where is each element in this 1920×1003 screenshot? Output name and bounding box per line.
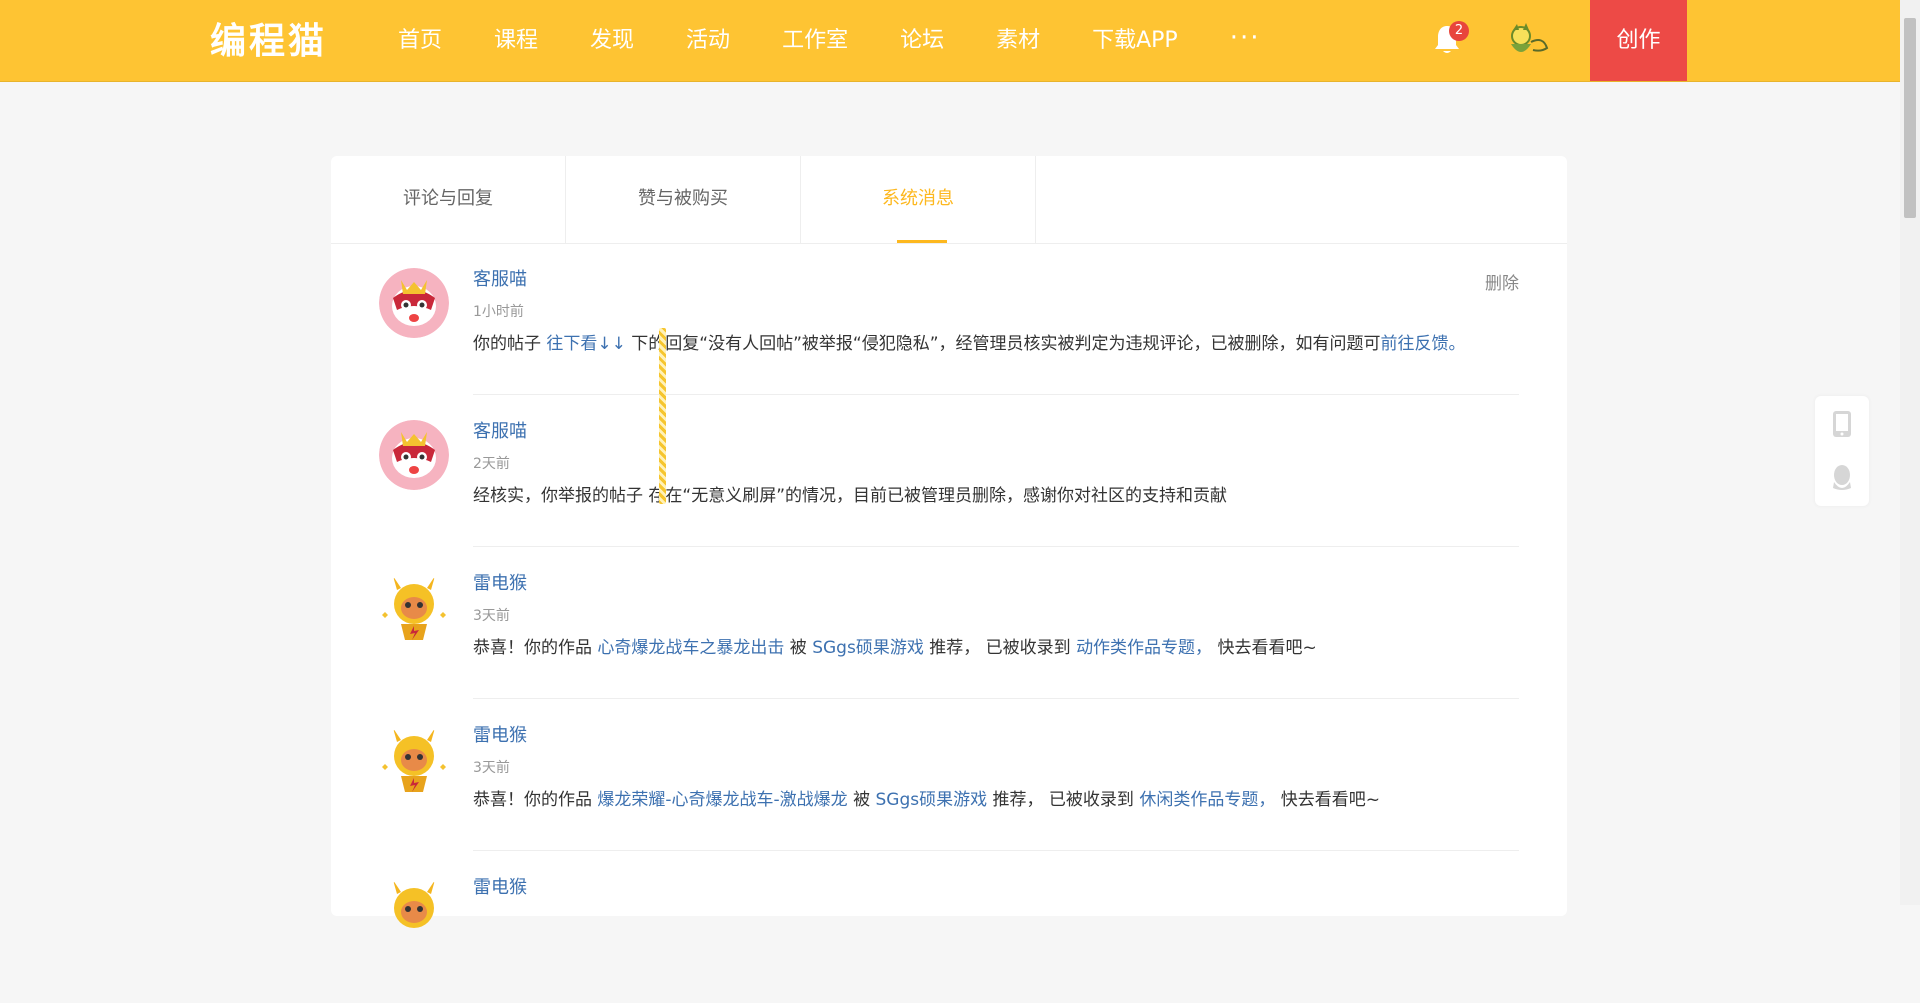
tab-comments-replies[interactable]: 评论与回复 bbox=[331, 156, 566, 243]
sender-name[interactable]: 客服喵 bbox=[473, 420, 527, 444]
create-button[interactable]: 创作 bbox=[1590, 0, 1687, 81]
work-link[interactable]: 心奇爆龙战车之暴龙出击 bbox=[597, 638, 784, 658]
message-item: 客服喵 1小时前 删除 你的帖子 往下看↓↓ 下的回复“没有人回帖”被举报“侵犯… bbox=[331, 243, 1567, 395]
text-segment: 被 bbox=[784, 638, 813, 658]
message-text: 你的帖子 往下看↓↓ 下的回复“没有人回帖”被举报“侵犯隐私”，经管理员核实被判… bbox=[473, 332, 1466, 356]
recommender-link[interactable]: SGgs硕果游戏 bbox=[876, 790, 988, 810]
nav-events[interactable]: 活动 bbox=[686, 0, 730, 81]
message-item: 雷电猴 3天前 恭喜！你的作品 心奇爆龙战车之暴龙出击 被 SGgs硕果游戏 推… bbox=[331, 547, 1567, 699]
nav-forum[interactable]: 论坛 bbox=[900, 0, 944, 81]
mobile-phone-icon[interactable] bbox=[1831, 410, 1853, 438]
service-cat-avatar bbox=[379, 420, 449, 490]
user-avatar[interactable] bbox=[1503, 22, 1551, 62]
nav-download-app[interactable]: 下载APP bbox=[1092, 0, 1178, 81]
thunder-monkey-avatar bbox=[382, 728, 446, 792]
text-segment: 推荐， 已被收录到 bbox=[987, 790, 1140, 810]
message-time: 3天前 bbox=[473, 608, 510, 624]
message-time: 2天前 bbox=[473, 456, 510, 472]
text-segment: 下的回复“没有人回帖”被举报“侵犯隐私”，经管理员核实被判定为违规评论，已被删除… bbox=[625, 334, 1381, 354]
side-float-widget bbox=[1815, 396, 1869, 506]
nav-home[interactable]: 首页 bbox=[398, 0, 442, 81]
scrollbar-thumb[interactable] bbox=[1904, 18, 1916, 218]
text-segment: 经核实，你举报的帖子 bbox=[473, 486, 649, 506]
thunder-monkey-avatar bbox=[393, 880, 435, 928]
tab-system-messages[interactable]: 系统消息 bbox=[801, 156, 1036, 243]
qq-icon[interactable] bbox=[1831, 464, 1853, 492]
drag-artifact bbox=[659, 328, 666, 504]
notification-badge: 2 bbox=[1449, 21, 1469, 41]
sender-name[interactable]: 雷电猴 bbox=[473, 724, 527, 748]
text-segment: 存在“无意义刷屏”的情况，目前已被管理员删除，感谢你对社区的支持和贡献 bbox=[648, 486, 1228, 506]
recommender-link[interactable]: SGgs硕果游戏 bbox=[812, 638, 924, 658]
text-segment: 恭喜！你的作品 bbox=[473, 638, 598, 658]
main-nav: 首页 课程 发现 活动 工作室 论坛 素材 下载APP ··· bbox=[398, 0, 1261, 81]
text-segment: 被 bbox=[847, 790, 876, 810]
message-text: 恭喜！你的作品 心奇爆龙战车之暴龙出击 被 SGgs硕果游戏 推荐， 已被收录到… bbox=[473, 636, 1317, 660]
message-item: 雷电猴 3天前 恭喜！你的作品 爆龙荣耀-心奇爆龙战车-激战爆龙 被 SGgs硕… bbox=[331, 699, 1567, 851]
message-time: 1小时前 bbox=[473, 304, 524, 320]
post-link[interactable]: 往下看↓↓ bbox=[546, 334, 626, 354]
feedback-link[interactable]: 前往反馈。 bbox=[1381, 334, 1466, 354]
message-time: 3天前 bbox=[473, 760, 510, 776]
text-segment: 快去看看吧~ bbox=[1212, 638, 1317, 658]
work-link[interactable]: 爆龙荣耀-心奇爆龙战车-激战爆龙 bbox=[597, 790, 847, 810]
message-text: 经核实，你举报的帖子 存在“无意义刷屏”的情况，目前已被管理员删除，感谢你对社区… bbox=[473, 484, 1227, 508]
text-segment: 你的帖子 bbox=[473, 334, 547, 354]
nav-discover[interactable]: 发现 bbox=[590, 0, 634, 81]
nav-studio[interactable]: 工作室 bbox=[782, 0, 848, 81]
sender-name[interactable]: 客服喵 bbox=[473, 268, 527, 292]
text-segment: 快去看看吧~ bbox=[1275, 790, 1380, 810]
thunder-monkey-avatar bbox=[382, 576, 446, 640]
nav-assets[interactable]: 素材 bbox=[996, 0, 1040, 81]
text-segment: 推荐， 已被收录到 bbox=[923, 638, 1077, 658]
message-text: 恭喜！你的作品 爆龙荣耀-心奇爆龙战车-激战爆龙 被 SGgs硕果游戏 推荐， … bbox=[473, 788, 1380, 812]
topic-link[interactable]: 休闲类作品专题， bbox=[1139, 790, 1275, 810]
page-scrollbar[interactable] bbox=[1900, 0, 1920, 905]
top-navbar: 编程猫 首页 课程 发现 活动 工作室 论坛 素材 下载APP ··· 2 创作 bbox=[0, 0, 1900, 82]
nav-more-icon[interactable]: ··· bbox=[1230, 0, 1261, 81]
tab-system-messages-label: 系统消息 bbox=[882, 188, 954, 209]
message-item: 雷电猴 bbox=[331, 851, 1567, 1003]
site-logo[interactable]: 编程猫 bbox=[210, 20, 327, 64]
message-item: 客服喵 2天前 经核实，你举报的帖子 存在“无意义刷屏”的情况，目前已被管理员删… bbox=[331, 395, 1567, 547]
message-tabs: 评论与回复 赞与被购买 系统消息 bbox=[331, 156, 1567, 244]
delete-button[interactable]: 删除 bbox=[1485, 269, 1519, 294]
topic-link[interactable]: 动作类作品专题， bbox=[1076, 638, 1212, 658]
tab-likes-purchases[interactable]: 赞与被购买 bbox=[566, 156, 801, 243]
sender-name[interactable]: 雷电猴 bbox=[473, 572, 527, 596]
nav-courses[interactable]: 课程 bbox=[494, 0, 538, 81]
text-segment: 恭喜！你的作品 bbox=[473, 790, 598, 810]
sender-name[interactable]: 雷电猴 bbox=[473, 876, 527, 900]
service-cat-avatar bbox=[379, 268, 449, 338]
messages-card: 评论与回复 赞与被购买 系统消息 客服喵 1小时前 删除 你的帖子 往下看↓↓ … bbox=[331, 156, 1567, 928]
